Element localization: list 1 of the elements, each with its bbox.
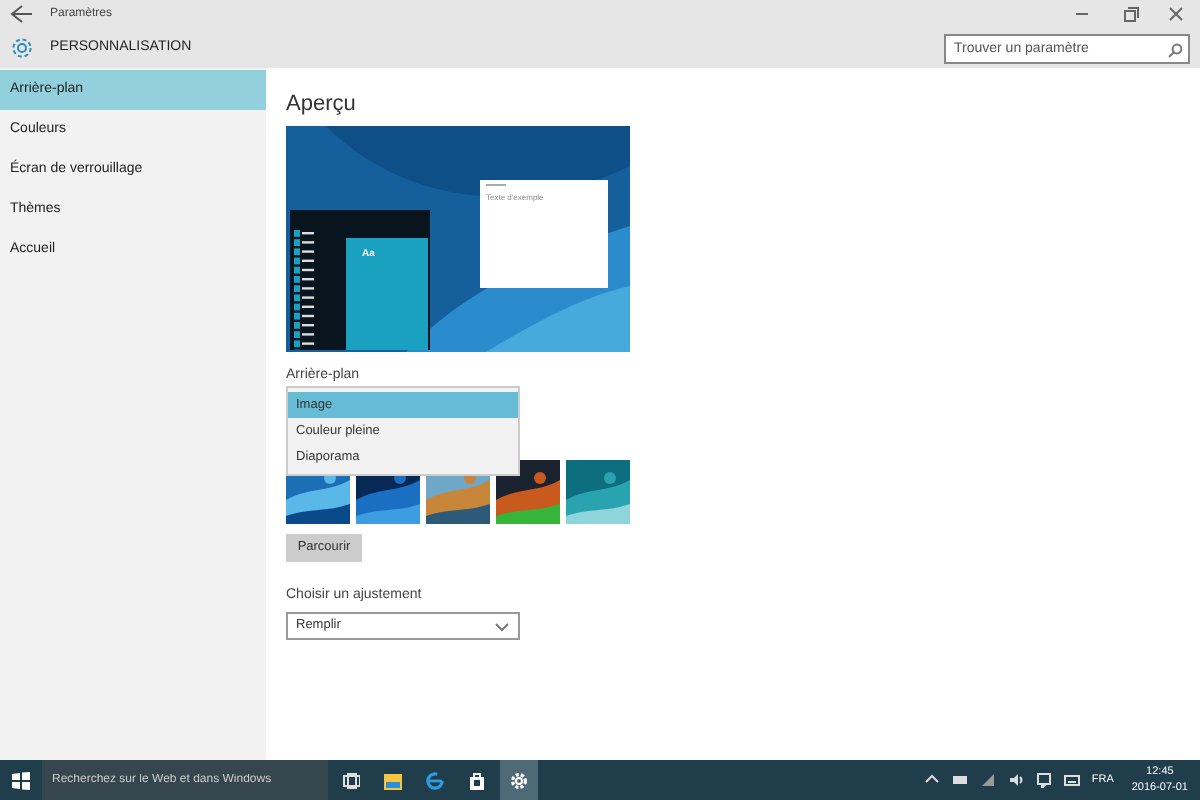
section-heading: Aperçu	[286, 90, 358, 120]
